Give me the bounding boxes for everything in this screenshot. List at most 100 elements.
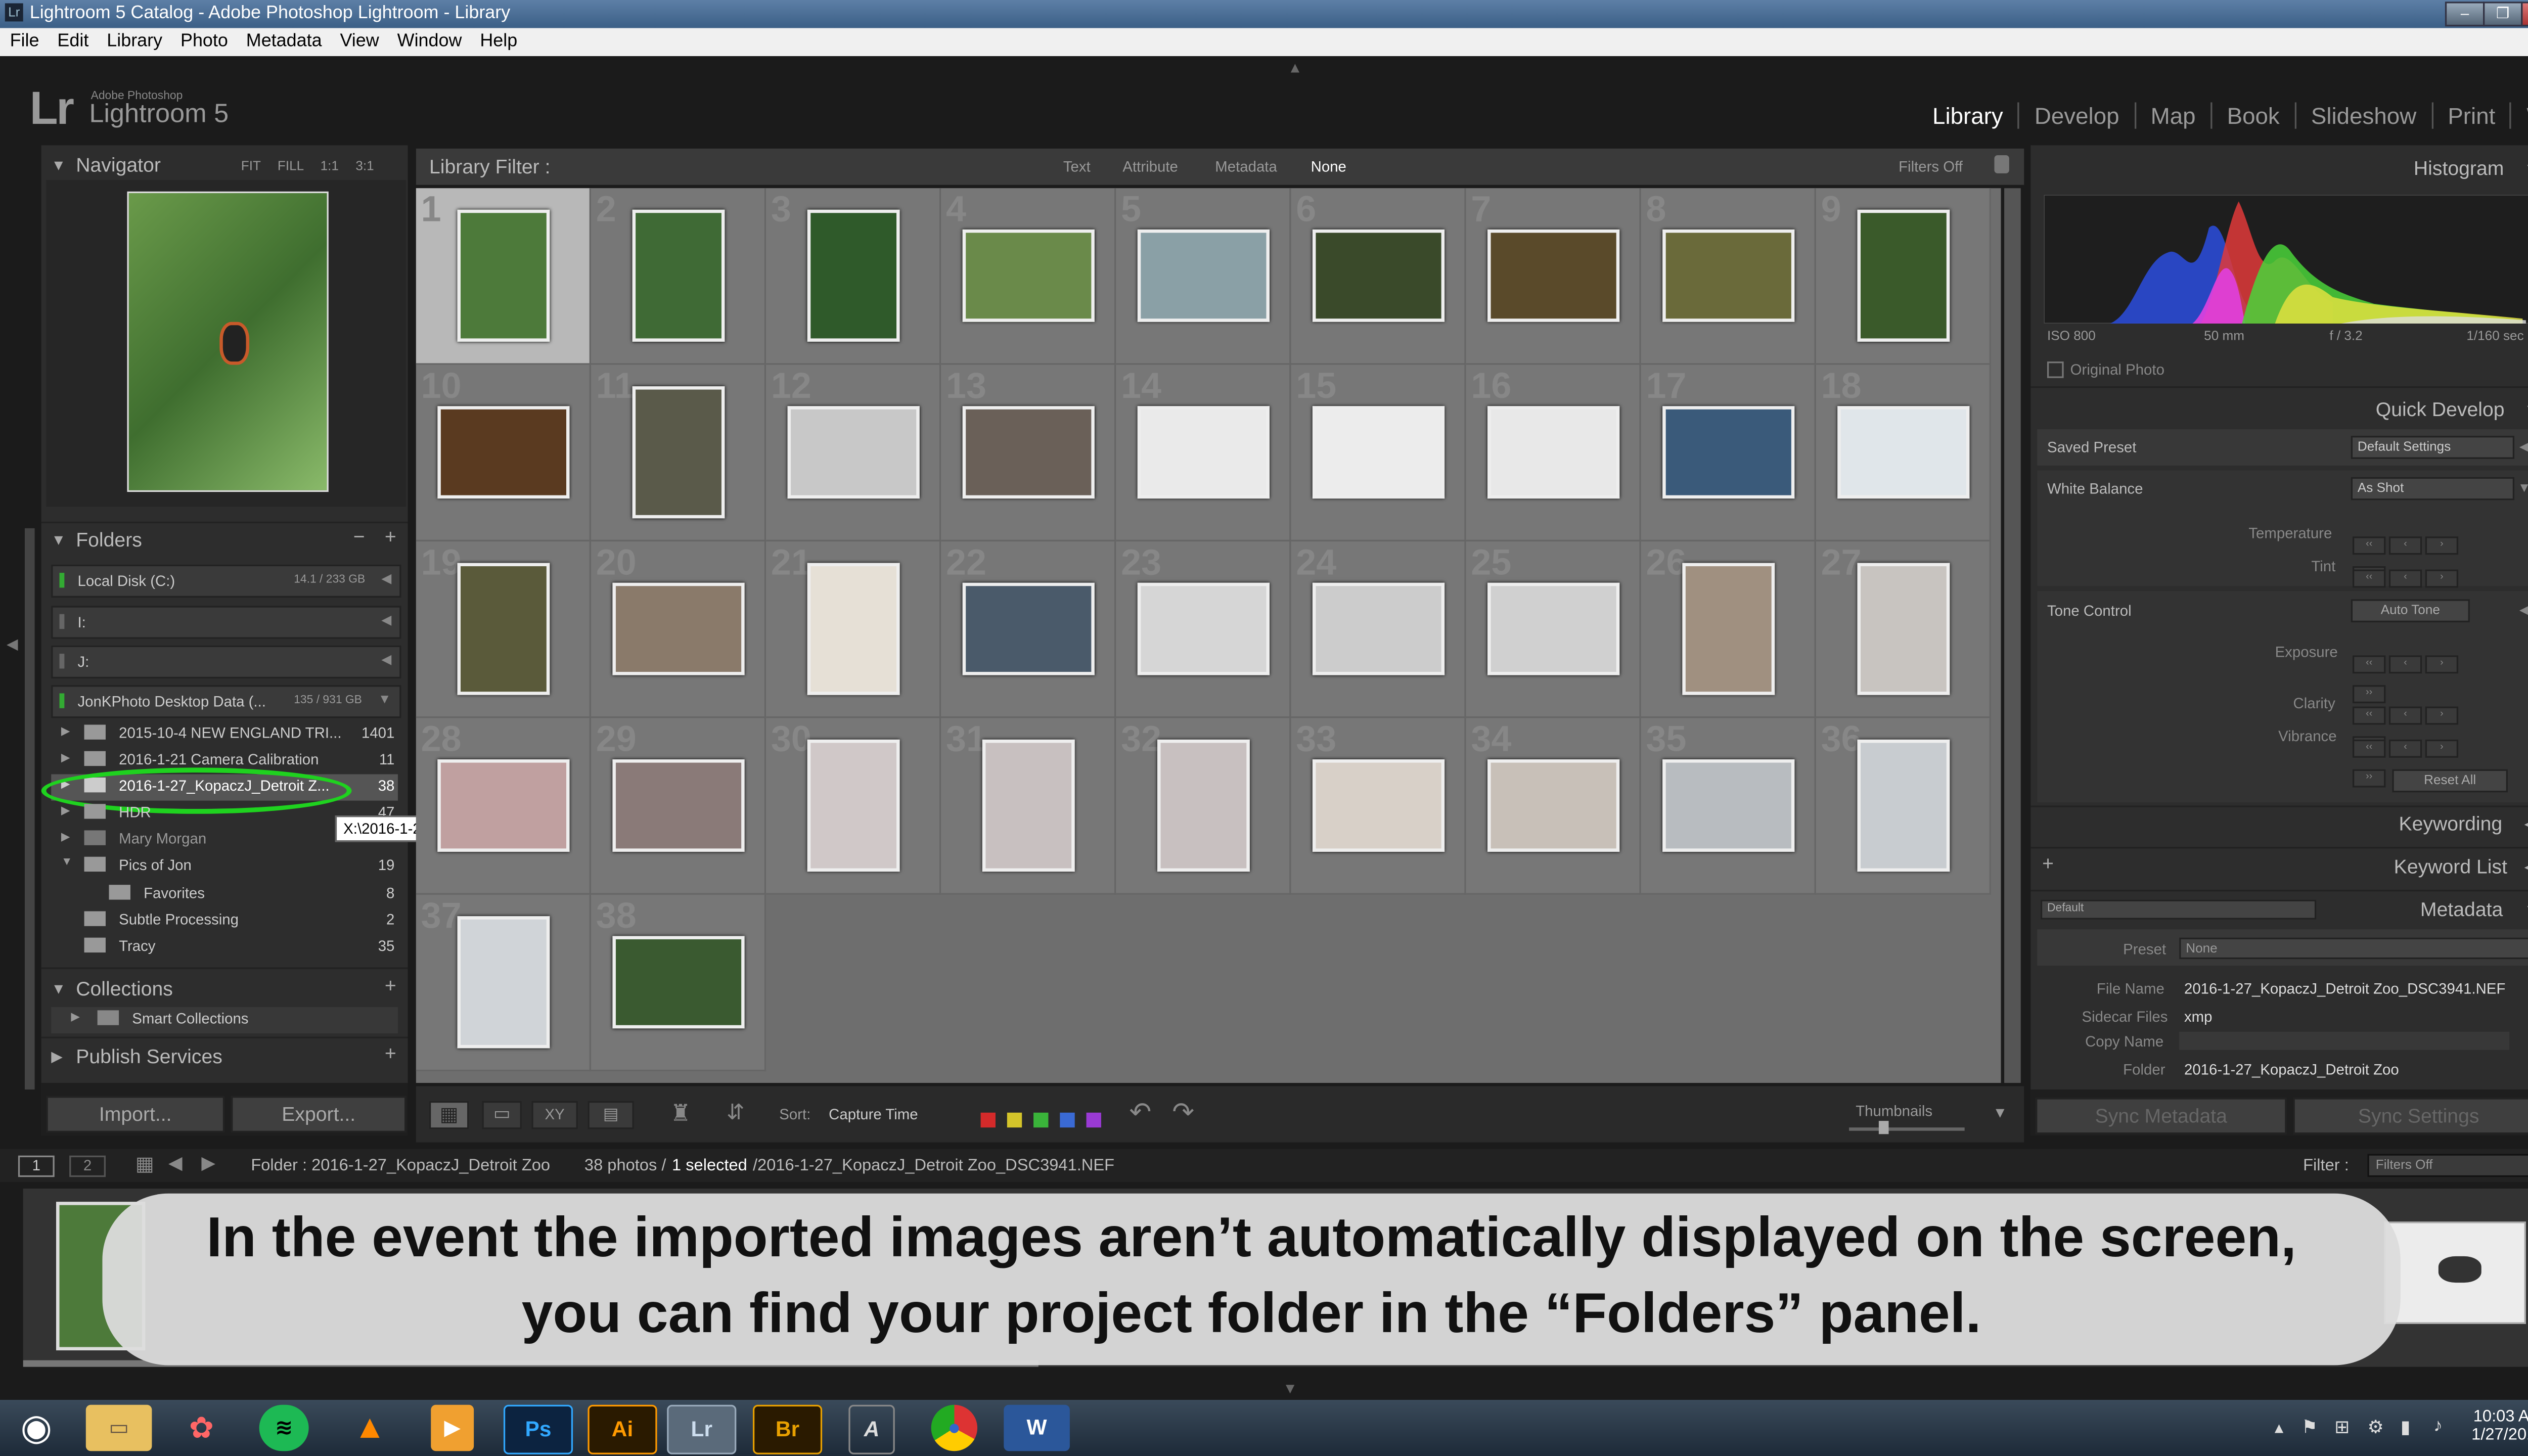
filter-attribute[interactable]: Attribute <box>1122 158 1178 175</box>
media-player-icon[interactable]: ▶ <box>431 1404 474 1451</box>
photo-thumbnail[interactable] <box>631 386 724 519</box>
module-print[interactable]: Print <box>2431 102 2510 129</box>
collapse-bottom-arrow-icon[interactable]: ▼ <box>1283 1380 1297 1397</box>
module-slideshow[interactable]: Slideshow <box>2294 102 2431 129</box>
menu-library[interactable]: Library <box>97 28 171 51</box>
photo-thumbnail[interactable] <box>1137 229 1269 322</box>
grid-cell[interactable]: 30 <box>766 718 941 895</box>
module-web[interactable]: Web <box>2510 102 2528 129</box>
zoom-fit[interactable]: FIT <box>241 158 261 173</box>
expand-icon[interactable]: ▶ <box>61 804 70 817</box>
grid-cell[interactable]: 19 <box>416 541 591 718</box>
secondary-display-button[interactable]: 2 <box>69 1155 106 1177</box>
photo-thumbnail[interactable] <box>611 582 744 675</box>
quick-develop-toggle-icon[interactable]: ▼ <box>2524 401 2528 418</box>
grid-cell[interactable]: 38 <box>591 894 766 1072</box>
folder-row[interactable]: ▶ 2015-10-4 NEW ENGLAND TRI... 1401 <box>51 721 398 748</box>
grid-cell[interactable]: 34 <box>1466 718 1641 895</box>
photo-thumbnail[interactable] <box>981 739 1074 872</box>
photo-thumbnail[interactable] <box>962 229 1094 322</box>
vibrance-buttons[interactable]: ‹‹ ‹ ››› <box>2353 728 2491 788</box>
tone-control-arrow-icon[interactable]: ◀ <box>2519 603 2528 617</box>
photo-thumbnail[interactable] <box>1661 406 1794 499</box>
grid-cell[interactable]: 20 <box>591 541 766 718</box>
sync-metadata-button[interactable]: Sync Metadata <box>2036 1098 2287 1134</box>
keyword-list-toggle-icon[interactable]: ◀ <box>2524 858 2528 877</box>
photo-thumbnail[interactable] <box>962 582 1094 675</box>
disk-jonkphoto[interactable]: JonKPhoto Desktop Data (... 135 / 931 GB… <box>51 685 401 718</box>
grid-cell[interactable]: 3 <box>766 188 941 365</box>
file-name-value[interactable]: 2016-1-27_KopaczJ_Detroit Zoo_DSC3941.NE… <box>2184 981 2505 997</box>
forward-arrow-icon[interactable]: ▶ <box>201 1152 215 1173</box>
grid-scrollbar[interactable] <box>2004 188 2021 1083</box>
keyword-add-icon[interactable]: + <box>2042 852 2054 875</box>
grid-cell[interactable]: 23 <box>1116 541 1291 718</box>
loupe-view-icon[interactable]: ▭ <box>482 1101 522 1129</box>
module-map[interactable]: Map <box>2134 102 2210 129</box>
grid-view[interactable]: 1 2 3 4 5 6 7 8 9 10 11 12 13 14 15 16 17 18 19 20 21 22 23 24 2… <box>416 188 2001 1083</box>
menu-edit[interactable]: Edit <box>48 28 97 51</box>
white-balance-select[interactable]: As Shot <box>2351 477 2515 500</box>
tray-windows-icon[interactable]: ⊞ <box>2334 1417 2350 1438</box>
metadata-view-select[interactable]: Default <box>2040 899 2317 920</box>
reset-all-button[interactable]: Reset All <box>2392 769 2508 793</box>
explorer-icon[interactable]: ▭ <box>85 1404 152 1451</box>
folder-row[interactable]: Favorites 8 <box>51 882 398 908</box>
font-app-icon[interactable]: A <box>848 1404 895 1454</box>
folders-remove-icon[interactable]: − <box>353 525 365 548</box>
import-button[interactable]: Import... <box>46 1096 225 1132</box>
color-label-swatch[interactable] <box>1060 1112 1075 1128</box>
photo-thumbnail[interactable] <box>1312 229 1444 322</box>
sort-direction-icon[interactable]: ⇵ <box>727 1100 745 1126</box>
grid-cell[interactable]: 5 <box>1116 188 1291 365</box>
photo-thumbnail[interactable] <box>436 759 569 852</box>
grid-cell[interactable]: 31 <box>941 718 1116 895</box>
zoom-1-1[interactable]: 1:1 <box>321 158 339 173</box>
grid-cell[interactable]: 27 <box>1816 541 1991 718</box>
photo-thumbnail[interactable] <box>1137 406 1269 499</box>
photo-thumbnail[interactable] <box>631 209 724 342</box>
paint-icon[interactable]: ✿ <box>168 1405 235 1451</box>
spray-can-icon[interactable]: ♜ <box>670 1100 691 1128</box>
expand-icon[interactable]: ▶ <box>61 751 70 764</box>
keywording-toggle-icon[interactable]: ◀ <box>2524 815 2528 834</box>
grid-cell[interactable]: 32 <box>1116 718 1291 895</box>
grid-cell[interactable]: 12 <box>766 365 941 542</box>
photo-thumbnail[interactable] <box>1486 229 1619 322</box>
thumbnail-size-slider[interactable] <box>1849 1127 1965 1131</box>
filter-metadata[interactable]: Metadata <box>1215 158 1277 175</box>
primary-display-button[interactable]: 1 <box>18 1155 55 1177</box>
photo-thumbnail[interactable] <box>1856 563 1949 695</box>
menu-window[interactable]: Window <box>387 28 470 51</box>
original-photo-checkbox[interactable] <box>2047 361 2064 378</box>
photo-thumbnail[interactable] <box>1486 406 1619 499</box>
grid-cell[interactable]: 16 <box>1466 365 1641 542</box>
histogram-toggle-icon[interactable]: ▼ <box>2524 160 2528 177</box>
lightroom-taskbar-icon[interactable]: Lr <box>667 1404 737 1454</box>
minimize-button[interactable]: – <box>2445 2 2485 27</box>
grid-cell[interactable]: 36 <box>1816 718 1991 895</box>
grid-cell[interactable]: 21 <box>766 541 941 718</box>
photo-thumbnail[interactable] <box>611 936 744 1029</box>
grid-cell[interactable]: 9 <box>1816 188 1991 365</box>
grid-cell[interactable]: 14 <box>1116 365 1291 542</box>
collections-add-icon[interactable]: + <box>385 974 396 997</box>
module-library[interactable]: Library <box>1918 102 2018 128</box>
photo-thumbnail[interactable] <box>806 563 899 695</box>
disk-local-c[interactable]: Local Disk (C:) 14.1 / 233 GB ◀ <box>51 564 401 598</box>
chrome-icon[interactable]: ● <box>931 1404 978 1451</box>
filmstrip-source[interactable]: Folder : 2016-1-27_KopaczJ_Detroit Zoo <box>251 1157 550 1175</box>
tint-buttons[interactable]: ‹‹‹››› <box>2353 558 2491 618</box>
photo-thumbnail[interactable] <box>1661 229 1794 322</box>
photo-thumbnail[interactable] <box>1312 406 1444 499</box>
grid-cell[interactable]: 35 <box>1641 718 1816 895</box>
grid-cell[interactable]: 17 <box>1641 365 1816 542</box>
sync-settings-button[interactable]: Sync Settings <box>2293 1098 2528 1134</box>
saved-preset-select[interactable]: Default Settings <box>2351 436 2515 459</box>
color-label-swatch[interactable] <box>1033 1112 1049 1128</box>
survey-view-icon[interactable]: ▤ <box>588 1101 634 1129</box>
zoom-fill[interactable]: FILL <box>278 158 303 173</box>
grid-cell[interactable]: 2 <box>591 188 766 365</box>
navigator-toggle-icon[interactable]: ▼ <box>51 157 66 173</box>
rotate-right-icon[interactable]: ↷ <box>1172 1096 1194 1129</box>
